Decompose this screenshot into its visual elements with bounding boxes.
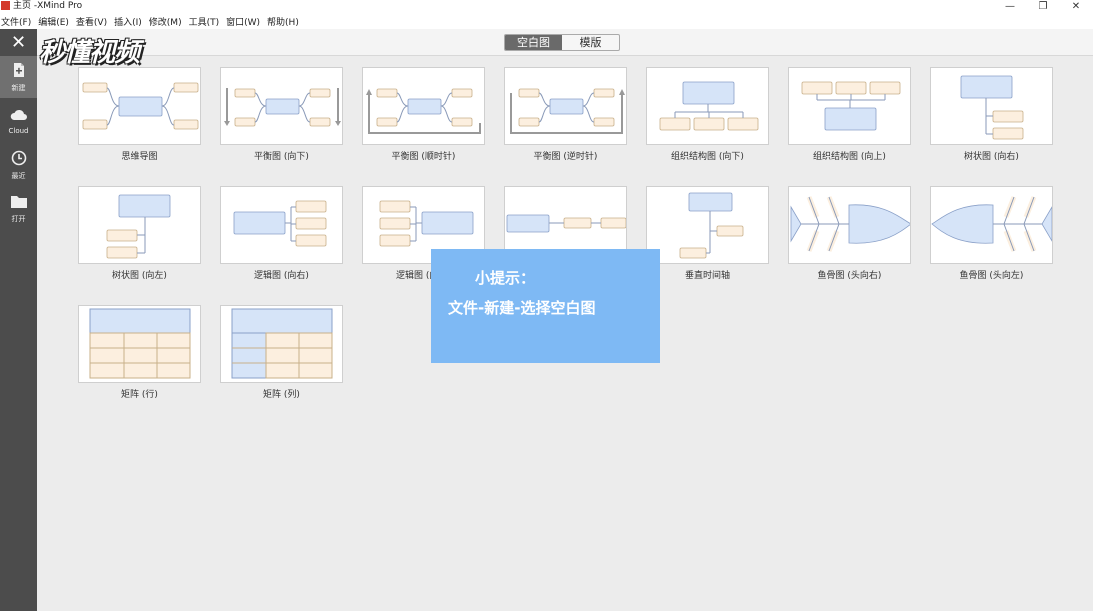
template-matrix-row[interactable]: 矩阵 (行) bbox=[78, 305, 201, 400]
tab-templates[interactable]: 模版 bbox=[562, 35, 619, 50]
title-bar: 主页 -XMind Pro — ❐ ✕ bbox=[0, 0, 1093, 13]
tip-overlay: 小提示： 文件-新建-选择空白图 bbox=[431, 249, 660, 363]
template-matrix-col[interactable]: 矩阵 (列) bbox=[220, 305, 343, 400]
template-org-down[interactable]: 组织结构图 (向下) bbox=[646, 67, 769, 162]
window-title: 主页 -XMind Pro bbox=[13, 1, 83, 11]
tip-body: 文件-新建-选择空白图 bbox=[448, 299, 596, 317]
template-label: 树状图 (向右) bbox=[964, 152, 1019, 162]
sidebar-item-recent[interactable]: 最近 bbox=[0, 144, 37, 186]
sidebar-item-cloud[interactable]: Cloud bbox=[0, 100, 37, 142]
clock-icon bbox=[11, 150, 27, 169]
template-label: 树状图 (向左) bbox=[112, 271, 167, 281]
template-tree-right[interactable]: 树状图 (向右) bbox=[930, 67, 1053, 162]
template-label: 组织结构图 (向下) bbox=[671, 152, 744, 162]
template-thumbnail[interactable] bbox=[220, 67, 343, 145]
watermark-logo: 秒懂视频 bbox=[39, 38, 140, 68]
tip-title: 小提示： bbox=[475, 269, 536, 287]
menu-view[interactable]: 查看(V) bbox=[76, 15, 107, 28]
menu-bar: 文件(F) 编辑(E) 查看(V) 插入(I) 修改(M) 工具(T) 窗口(W… bbox=[0, 13, 1093, 29]
template-label: 鱼骨图 (头向左) bbox=[959, 271, 1024, 281]
xmind-logo-icon bbox=[1, 1, 10, 10]
menu-help[interactable]: 帮助(H) bbox=[267, 15, 299, 28]
new-file-icon bbox=[11, 62, 27, 81]
template-thumbnail[interactable] bbox=[78, 67, 201, 145]
template-label: 思维导图 bbox=[121, 152, 158, 162]
template-label: 平衡图 (顺时针) bbox=[391, 152, 456, 162]
restore-button[interactable]: ❐ bbox=[1032, 0, 1054, 13]
template-balance-down[interactable]: 平衡图 (向下) bbox=[220, 67, 343, 162]
cloud-icon bbox=[10, 108, 28, 125]
sidebar-item-label: 新建 bbox=[11, 83, 26, 92]
template-thumbnail[interactable] bbox=[362, 67, 485, 145]
template-thumbnail[interactable] bbox=[930, 186, 1053, 264]
template-label: 逻辑图 (向右) bbox=[254, 271, 309, 281]
template-thumbnail[interactable] bbox=[788, 186, 911, 264]
close-home-button[interactable]: ✕ bbox=[0, 29, 37, 56]
sidebar-item-label: Cloud bbox=[8, 126, 29, 135]
template-label: 垂直时间轴 bbox=[684, 271, 730, 281]
mode-switch: 空白图 模版 bbox=[504, 34, 620, 51]
close-icon: ✕ bbox=[10, 32, 27, 53]
sidebar: ✕ 新建 Cloud 最近 打开 bbox=[0, 29, 37, 611]
template-vtimeline[interactable]: 垂直时间轴 bbox=[646, 186, 769, 281]
template-label: 矩阵 (列) bbox=[263, 390, 300, 400]
template-thumbnail[interactable] bbox=[646, 186, 769, 264]
template-thumbnail[interactable] bbox=[504, 67, 627, 145]
close-window-button[interactable]: ✕ bbox=[1065, 0, 1087, 13]
template-mindmap[interactable]: 思维导图 bbox=[78, 67, 201, 162]
menu-edit[interactable]: 编辑(E) bbox=[38, 15, 69, 28]
template-balance-ccw[interactable]: 平衡图 (逆时针) bbox=[504, 67, 627, 162]
tab-blank-map[interactable]: 空白图 bbox=[505, 35, 562, 50]
template-logic-right[interactable]: 逻辑图 (向右) bbox=[220, 186, 343, 281]
template-thumbnail[interactable] bbox=[78, 186, 201, 264]
menu-window[interactable]: 窗口(W) bbox=[226, 15, 260, 28]
template-thumbnail[interactable] bbox=[220, 305, 343, 383]
sidebar-item-label: 最近 bbox=[11, 171, 26, 180]
template-thumbnail[interactable] bbox=[220, 186, 343, 264]
template-thumbnail[interactable] bbox=[646, 67, 769, 145]
template-tree-left[interactable]: 树状图 (向左) bbox=[78, 186, 201, 281]
sidebar-item-open[interactable]: 打开 bbox=[0, 188, 37, 230]
template-fish-left[interactable]: 鱼骨图 (头向左) bbox=[930, 186, 1053, 281]
template-label: 平衡图 (向下) bbox=[254, 152, 309, 162]
minimize-button[interactable]: — bbox=[999, 0, 1021, 13]
template-balance-cw[interactable]: 平衡图 (顺时针) bbox=[362, 67, 485, 162]
menu-file[interactable]: 文件(F) bbox=[1, 15, 31, 28]
sidebar-item-new[interactable]: 新建 bbox=[0, 56, 37, 98]
template-label: 平衡图 (逆时针) bbox=[533, 152, 598, 162]
top-strip: 空白图 模版 bbox=[37, 29, 1093, 56]
template-label: 鱼骨图 (头向右) bbox=[817, 271, 882, 281]
template-thumbnail[interactable] bbox=[930, 67, 1053, 145]
menu-modify[interactable]: 修改(M) bbox=[149, 15, 182, 28]
menu-tools[interactable]: 工具(T) bbox=[189, 15, 220, 28]
folder-icon bbox=[10, 194, 28, 212]
template-thumbnail[interactable] bbox=[788, 67, 911, 145]
sidebar-item-label: 打开 bbox=[11, 215, 26, 223]
template-label: 组织结构图 (向上) bbox=[813, 152, 886, 162]
template-fish-right[interactable]: 鱼骨图 (头向右) bbox=[788, 186, 911, 281]
menu-insert[interactable]: 插入(I) bbox=[114, 15, 142, 28]
template-org-up[interactable]: 组织结构图 (向上) bbox=[788, 67, 911, 162]
template-thumbnail[interactable] bbox=[78, 305, 201, 383]
template-label: 矩阵 (行) bbox=[121, 390, 158, 400]
